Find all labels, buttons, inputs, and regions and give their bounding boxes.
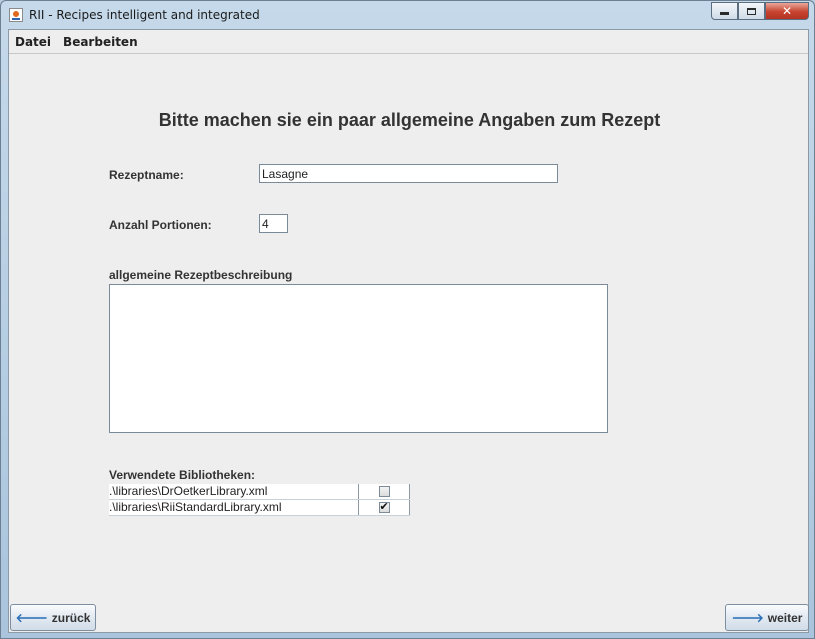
libraries-label: Verwendete Bibliotheken: (109, 468, 256, 482)
java-app-icon[interactable] (9, 8, 23, 22)
menu-bearbeiten[interactable]: Bearbeiten (57, 35, 144, 49)
arrow-left-icon: 🡐 (15, 611, 48, 625)
app-window: RII - Recipes intelligent and integrated… (0, 0, 815, 639)
title-bar[interactable]: RII - Recipes intelligent and integrated… (1, 1, 814, 29)
close-button[interactable]: ✕ (765, 2, 809, 20)
next-button-label: weiter (767, 610, 803, 625)
table-row[interactable]: .\libraries\RiiStandardLibrary.xml ✔ (109, 499, 410, 516)
library-checkbox[interactable] (378, 486, 390, 498)
minimize-icon (720, 12, 729, 15)
back-button[interactable]: 🡐 zurück (10, 604, 96, 631)
page-title: Bitte machen sie ein paar allgemeine Ang… (158, 110, 661, 130)
maximize-icon (747, 7, 756, 15)
library-checkbox-cell (358, 484, 410, 500)
portions-input[interactable] (259, 214, 288, 233)
minimize-button[interactable] (711, 2, 738, 20)
maximize-button[interactable] (738, 2, 765, 20)
arrow-right-icon: 🡒 (731, 611, 764, 625)
recipe-name-input[interactable] (259, 164, 558, 183)
library-path: .\libraries\DrOetkerLibrary.xml (109, 484, 359, 500)
library-checkbox[interactable]: ✔ (378, 502, 390, 514)
window-controls: ✕ (711, 2, 809, 20)
description-label: allgemeine Rezeptbeschreibung (109, 268, 293, 282)
menu-bar: Datei Bearbeiten (9, 30, 808, 54)
libraries-table: .\libraries\DrOetkerLibrary.xml .\librar… (109, 484, 410, 516)
table-row[interactable]: .\libraries\DrOetkerLibrary.xml (109, 484, 410, 500)
close-icon: ✕ (781, 4, 793, 18)
description-textarea[interactable] (109, 284, 608, 433)
content-panel: Datei Bearbeiten Bitte machen sie ein pa… (8, 29, 809, 633)
library-path: .\libraries\RiiStandardLibrary.xml (109, 499, 359, 516)
window-title: RII - Recipes intelligent and integrated (29, 8, 260, 22)
menu-datei[interactable]: Datei (9, 35, 57, 49)
next-button[interactable]: 🡒 weiter (725, 604, 809, 631)
recipe-name-label: Rezeptname: (109, 168, 184, 182)
library-checkbox-cell: ✔ (358, 499, 410, 516)
back-button-label: zurück (51, 610, 91, 625)
portions-label: Anzahl Portionen: (109, 218, 212, 232)
